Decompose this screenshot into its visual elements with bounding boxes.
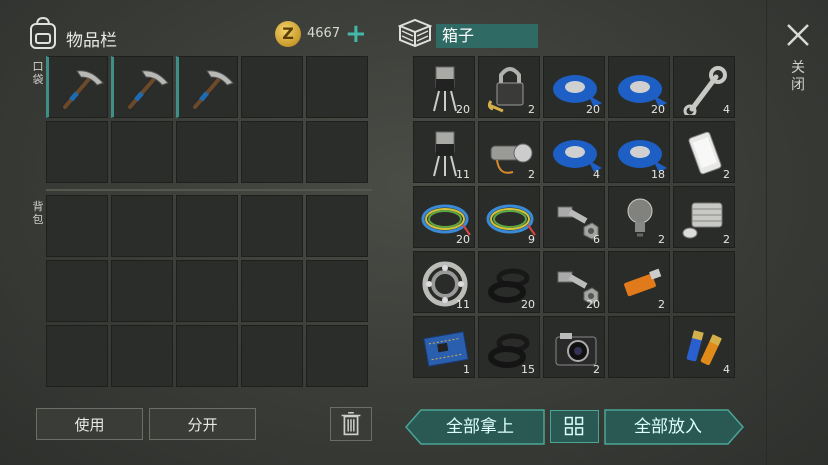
backpack-slot[interactable] — [306, 195, 368, 257]
box-slot[interactable]: 20 — [543, 56, 605, 118]
box-slot[interactable]: 18 — [608, 121, 670, 183]
item-count: 2 — [658, 233, 665, 246]
backpack-label: 背包 — [32, 200, 44, 226]
item-count: 20 — [456, 103, 470, 116]
item-count: 11 — [456, 298, 470, 311]
pickaxe-icon — [191, 70, 234, 111]
box-slot[interactable]: 4 — [673, 316, 735, 378]
box-slot[interactable]: 20 — [413, 186, 475, 248]
put-all-button[interactable]: 全部放入 — [606, 410, 730, 444]
item-count: 2 — [723, 168, 730, 181]
split-button[interactable]: 分开 — [149, 408, 256, 440]
box-slot[interactable]: 2 — [673, 121, 735, 183]
item-count: 15 — [521, 363, 535, 376]
item-count: 4 — [723, 103, 730, 116]
pickaxe-icon — [61, 70, 104, 111]
box-slot[interactable]: 11 — [413, 251, 475, 313]
item-count: 4 — [723, 363, 730, 376]
box-slot[interactable] — [673, 251, 735, 313]
add-coins-button[interactable]: + — [345, 20, 367, 48]
box-slot[interactable]: 20 — [478, 251, 540, 313]
pocket-slot[interactable] — [306, 121, 368, 183]
pocket-slot[interactable] — [46, 121, 108, 183]
pocket-slot[interactable] — [46, 56, 108, 118]
item-count: 2 — [723, 233, 730, 246]
pocket-slot[interactable] — [111, 121, 173, 183]
pickaxe-icon — [126, 70, 169, 111]
box-slot[interactable]: 15 — [478, 316, 540, 378]
box-title: 箱子 — [436, 24, 538, 48]
box-slot[interactable]: 4 — [543, 121, 605, 183]
backpack-slot[interactable] — [46, 195, 108, 257]
backpack-slot[interactable] — [111, 195, 173, 257]
item-count: 1 — [463, 363, 470, 376]
item-count: 20 — [586, 298, 600, 311]
coin-balance: 4667 — [307, 26, 341, 41]
backpack-slot[interactable] — [111, 260, 173, 322]
right-divider — [766, 0, 767, 465]
item-count: 11 — [456, 168, 470, 181]
item-count: 20 — [651, 103, 665, 116]
item-count: 4 — [593, 168, 600, 181]
box-icon — [398, 18, 432, 48]
close-icon[interactable] — [785, 22, 811, 48]
backpack-slot[interactable] — [176, 325, 238, 387]
backpack-slot[interactable] — [241, 195, 303, 257]
item-count: 20 — [586, 103, 600, 116]
trash-icon — [341, 411, 361, 436]
box-slot[interactable]: 2 — [608, 251, 670, 313]
backpack-slot[interactable] — [111, 325, 173, 387]
item-count: 2 — [528, 168, 535, 181]
grid-icon — [564, 416, 584, 436]
item-count: 9 — [528, 233, 535, 246]
backpack-slot[interactable] — [241, 260, 303, 322]
item-count: 20 — [521, 298, 535, 311]
sort-button[interactable] — [550, 410, 599, 443]
backpack-icon — [30, 16, 56, 49]
box-slot[interactable]: 20 — [543, 251, 605, 313]
pocket-slot[interactable] — [306, 56, 368, 118]
trash-button[interactable] — [330, 407, 372, 441]
use-button[interactable]: 使用 — [36, 408, 143, 440]
pocket-slot[interactable] — [111, 56, 173, 118]
box-slot[interactable]: 1 — [413, 316, 475, 378]
box-slot[interactable]: 2 — [543, 316, 605, 378]
section-divider — [46, 189, 372, 191]
box-slot[interactable]: 2 — [608, 186, 670, 248]
item-count: 2 — [593, 363, 600, 376]
box-slot[interactable]: 2 — [673, 186, 735, 248]
box-slot[interactable]: 9 — [478, 186, 540, 248]
pocket-label: 口袋 — [32, 60, 44, 86]
pocket-slot[interactable] — [241, 121, 303, 183]
item-count: 2 — [528, 103, 535, 116]
backpack-slot[interactable] — [306, 260, 368, 322]
box-slot[interactable]: 6 — [543, 186, 605, 248]
backpack-slot[interactable] — [176, 195, 238, 257]
pocket-slot[interactable] — [176, 121, 238, 183]
pocket-slot[interactable] — [176, 56, 238, 118]
inventory-title: 物品栏 — [66, 31, 117, 51]
backpack-slot[interactable] — [306, 325, 368, 387]
box-slot[interactable]: 4 — [673, 56, 735, 118]
close-label[interactable]: 关闭 — [789, 60, 807, 94]
backpack-slot[interactable] — [176, 260, 238, 322]
item-count: 2 — [658, 298, 665, 311]
coin-icon: Z — [275, 21, 301, 47]
backpack-slot[interactable] — [46, 260, 108, 322]
pocket-slot[interactable] — [241, 56, 303, 118]
backpack-slot[interactable] — [241, 325, 303, 387]
item-count: 20 — [456, 233, 470, 246]
box-slot[interactable]: 2 — [478, 56, 540, 118]
box-slot[interactable]: 11 — [413, 121, 475, 183]
take-all-button[interactable]: 全部拿上 — [418, 410, 542, 444]
box-slot[interactable] — [608, 316, 670, 378]
box-slot[interactable]: 20 — [608, 56, 670, 118]
item-count: 6 — [593, 233, 600, 246]
box-slot[interactable]: 2 — [478, 121, 540, 183]
box-slot[interactable]: 20 — [413, 56, 475, 118]
item-count: 18 — [651, 168, 665, 181]
backpack-slot[interactable] — [46, 325, 108, 387]
